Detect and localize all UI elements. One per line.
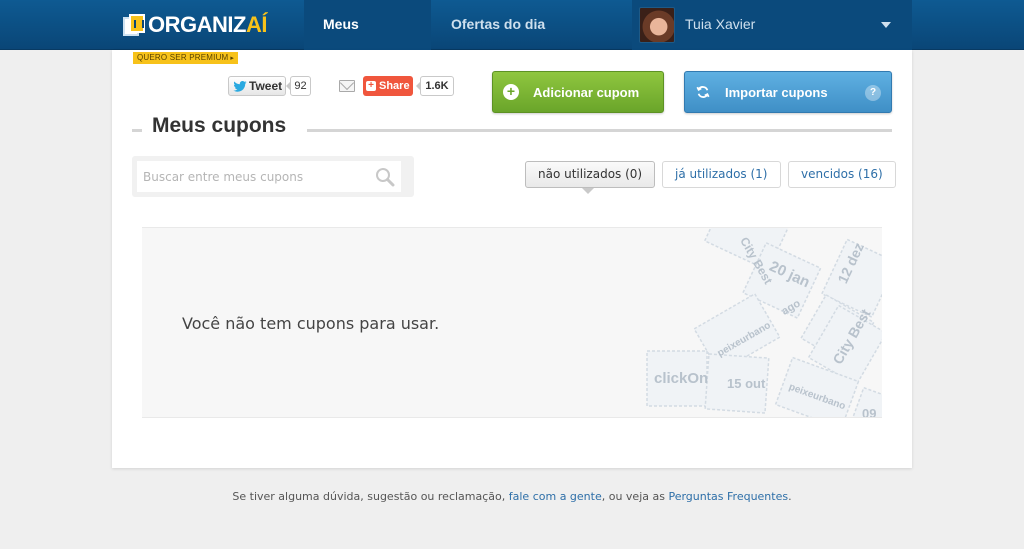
- filter-tab-ja-utilizados[interactable]: já utilizados (1): [662, 161, 781, 188]
- logo[interactable]: ORGANIZAÍ: [123, 12, 267, 38]
- footer-prefix: Se tiver alguma dúvida, sugestão ou recl…: [232, 490, 509, 503]
- search-icon[interactable]: [375, 167, 395, 187]
- premium-label: QUERO SER PREMIUM: [137, 53, 229, 62]
- arrow-right-icon: ▸: [230, 55, 235, 62]
- logo-text: ORGANIZAÍ: [148, 12, 267, 37]
- add-coupon-label: Adicionar cupom: [533, 84, 640, 100]
- user-name: Tuia Xavier: [685, 16, 756, 32]
- share-button[interactable]: + Share: [363, 76, 413, 96]
- nav-tab-ofertas-do-dia[interactable]: Ofertas do dia: [432, 0, 564, 50]
- heading-divider-right: [307, 129, 892, 132]
- heading-divider-left: [132, 129, 142, 132]
- import-coupons-button[interactable]: Importar cupons ?: [684, 71, 892, 113]
- tweet-label: Tweet: [249, 79, 283, 93]
- avatar[interactable]: [639, 7, 675, 43]
- page-title: Meus cupons: [152, 114, 287, 137]
- share-label: Share: [379, 80, 410, 92]
- coupons-illustration: City Best 20 jan 12 dez ago peixeurbano …: [646, 228, 882, 418]
- footer-middle: , ou veja as: [601, 490, 669, 503]
- plus-icon: +: [503, 84, 519, 100]
- footer-suffix: .: [788, 490, 792, 503]
- top-navigation-bar: ORGANIZAÍ Meus Cupons Ofertas do dia Tui…: [0, 0, 1024, 80]
- search-box: [132, 156, 414, 197]
- tweet-count: 92: [286, 76, 311, 96]
- premium-badge[interactable]: QUERO SER PREMIUM ▸: [133, 52, 239, 64]
- mail-icon[interactable]: [339, 80, 355, 92]
- contact-link[interactable]: fale com a gente: [509, 490, 602, 503]
- chevron-down-icon[interactable]: [881, 22, 891, 28]
- main-card: QUERO SER PREMIUM ▸ Tweet 92 + Share 1.6K…: [112, 50, 912, 468]
- add-coupon-button[interactable]: + Adicionar cupom: [492, 71, 664, 113]
- twitter-bird-icon: [233, 80, 247, 92]
- plus-icon: +: [366, 81, 376, 91]
- share-count: 1.6K: [416, 76, 454, 96]
- tweet-button[interactable]: Tweet: [228, 76, 286, 96]
- empty-state-panel: Você não tem cupons para usar. City Best…: [142, 227, 882, 418]
- help-icon[interactable]: ?: [865, 85, 881, 101]
- empty-message: Você não tem cupons para usar.: [182, 314, 440, 333]
- refresh-icon: [696, 86, 710, 98]
- user-menu[interactable]: Tuia Xavier: [632, 0, 912, 50]
- search-input[interactable]: [137, 161, 401, 192]
- coupon-text-clickon: clickOn: [654, 370, 708, 387]
- coupon-text-date-15out: 15 out: [727, 376, 766, 391]
- nav-tab-meus-cupons[interactable]: Meus Cupons: [304, 0, 431, 80]
- footer: Se tiver alguma dúvida, sugestão ou recl…: [0, 490, 1024, 503]
- filter-tab-vencidos[interactable]: vencidos (16): [788, 161, 896, 188]
- coupon-text-09: 09: [862, 406, 876, 418]
- import-coupons-label: Importar cupons: [725, 84, 828, 100]
- filter-tab-nao-utilizados[interactable]: não utilizados (0): [525, 161, 656, 194]
- faq-link[interactable]: Perguntas Frequentes: [668, 490, 788, 503]
- logo-icon: [123, 14, 145, 36]
